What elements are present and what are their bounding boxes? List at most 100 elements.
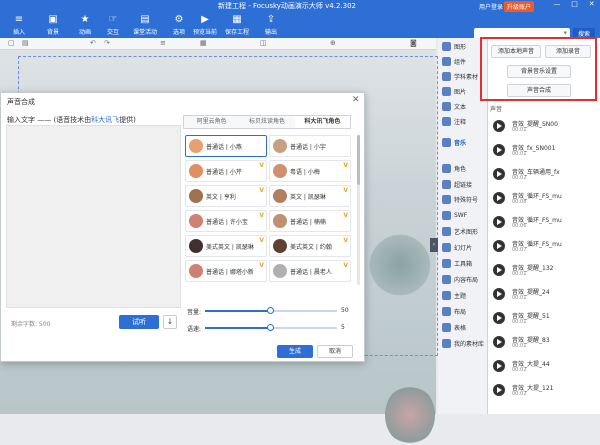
play-icon[interactable] [493, 192, 505, 204]
text-input-area[interactable] [6, 125, 181, 308]
play-icon[interactable] [493, 264, 505, 276]
interaction-icon: ☞ [108, 14, 118, 25]
toolbar-classroom-button[interactable]: ▤ 课堂活动 [132, 13, 158, 36]
speed-knob[interactable] [267, 324, 274, 331]
category-layout[interactable]: 内容布局 [442, 273, 488, 286]
chevron-down-icon[interactable]: ▾ [563, 29, 567, 37]
sound-item[interactable]: 音效_提醒_SN00 00:01 [490, 115, 598, 137]
play-icon[interactable] [493, 216, 505, 228]
voice-card[interactable]: 美式英文 | 凯瑟琳 V [185, 235, 267, 257]
voice-card[interactable]: 普通话 | 小芹 V [185, 160, 267, 182]
play-icon[interactable] [493, 360, 505, 372]
category-art-shapes[interactable]: 艺术图形 [442, 225, 488, 238]
maximize-button[interactable]: □ [571, 0, 578, 12]
sound-item[interactable]: 音效_提醒_83 00:01 [490, 331, 598, 353]
play-icon[interactable] [493, 288, 505, 300]
listen-button[interactable]: 试听 [119, 315, 159, 329]
cancel-button[interactable]: 取消 [317, 345, 353, 358]
toolbar-save-button[interactable]: ▦ 保存工程 [224, 13, 250, 36]
sound-item[interactable]: 音效_循环_FS_mu 00:08 [490, 187, 598, 209]
volume-slider[interactable] [205, 307, 337, 314]
toolbar-background-button[interactable]: ▣ 背景 [40, 13, 66, 36]
collapse-panel-button[interactable]: › [430, 238, 438, 252]
close-window-button[interactable]: ✕ [589, 0, 595, 12]
sound-item[interactable]: 音效_循环_FS_mu 00:07 [490, 235, 598, 257]
voice-card[interactable]: 粤语 | 小梅 V [269, 160, 351, 182]
voice-card[interactable]: 普通话 | 许小宝 V [185, 210, 267, 232]
sound-item[interactable]: 音效_提醒_51 00:01 [490, 307, 598, 329]
category-music[interactable]: 音乐 [442, 136, 488, 149]
download-icon[interactable]: ↓ [163, 315, 177, 329]
sound-item[interactable]: 音效_大提_121 00:02 [490, 379, 598, 401]
generate-button[interactable]: 生成 [277, 345, 313, 358]
sound-item[interactable]: 音效_车辆通用_fx 00:02 [490, 163, 598, 185]
frame-list-icon[interactable]: ▤ [22, 39, 29, 47]
tab-iflytek[interactable]: 科大讯飞角色 [294, 116, 350, 128]
sound-item[interactable]: 音效_提醒_24 00:01 [490, 283, 598, 305]
voice-card[interactable]: 普通话 | 楠楠 V [269, 210, 351, 232]
voice-card[interactable]: 美式英文 | 约翰 V [269, 235, 351, 257]
category-notes[interactable]: 注释 [442, 115, 488, 128]
sound-item[interactable]: 音效_大提_44 00:02 [490, 355, 598, 377]
toolbox-icon [442, 259, 451, 268]
voice-card[interactable]: 英文 | 亨利 V [185, 185, 267, 207]
category-symbols[interactable]: 特殊符号 [442, 193, 488, 206]
toolbar-preview-button[interactable]: ▶ 预览当前 [192, 13, 218, 36]
upgrade-button[interactable]: 升级账户 [504, 1, 535, 12]
category-theme[interactable]: 主题 [442, 289, 488, 302]
voice-card[interactable]: 普通话 | 娜塔小新 V [185, 260, 267, 282]
user-login-link[interactable]: 用户登录 [479, 2, 503, 11]
category-slides[interactable]: 幻灯片 [442, 241, 488, 254]
voice-card[interactable]: 普通话 | 小燕 [185, 135, 267, 157]
scrollbar-thumb[interactable] [357, 135, 360, 185]
category-roles[interactable]: 角色 [442, 162, 488, 175]
category-toolbox[interactable]: 工具箱 [442, 257, 488, 270]
category-swf[interactable]: SWF [442, 209, 488, 222]
minimize-button[interactable]: — [553, 0, 560, 12]
subject-icon [442, 72, 451, 81]
tab-biaobei[interactable]: 标贝炫读角色 [239, 116, 295, 128]
category-table[interactable]: 表格 [442, 321, 488, 334]
volume-value: 50 [341, 307, 349, 314]
category-text[interactable]: 文本 [442, 100, 488, 113]
play-icon[interactable] [493, 120, 505, 132]
close-icon[interactable]: ✕ [352, 95, 360, 105]
play-icon[interactable] [493, 144, 505, 156]
frame-icon[interactable]: ▢ [8, 39, 15, 47]
category-arrange[interactable]: 布局 [442, 305, 488, 318]
toolbar-animation-button[interactable]: ★ 动画 [72, 13, 98, 36]
play-icon[interactable] [493, 168, 505, 180]
toolbar-options-button[interactable]: ⚙ 选项 [166, 13, 192, 36]
iflytek-link[interactable]: 科大讯飞 [91, 116, 119, 124]
volume-knob[interactable] [267, 307, 274, 314]
align-icon[interactable]: ≡ [160, 39, 166, 47]
play-icon[interactable] [493, 312, 505, 324]
sound-item[interactable]: 音效_fx_SN001 00:01 [490, 139, 598, 161]
vip-icon: V [343, 212, 348, 219]
layer-icon[interactable]: ◫ [260, 39, 267, 47]
camera-icon[interactable]: ◙ [410, 39, 417, 47]
play-icon[interactable] [493, 240, 505, 252]
voice-card[interactable]: 英文 | 凯瑟琳 V [269, 185, 351, 207]
grid-icon[interactable]: ▦ [200, 39, 207, 47]
toolbar-interaction-button[interactable]: ☞ 交互 [100, 13, 126, 36]
play-icon[interactable] [493, 336, 505, 348]
zoom-icon[interactable]: ⊕ [330, 39, 336, 47]
undo-icon[interactable]: ↶ [90, 39, 96, 47]
swf-icon [442, 211, 451, 220]
play-icon[interactable] [493, 384, 505, 396]
toolbar-export-button[interactable]: ⇪ 输出 [258, 13, 284, 36]
symbol-icon [442, 195, 451, 204]
voice-scrollbar[interactable] [357, 135, 360, 285]
voice-card[interactable]: 普通话 | 小宇 [269, 135, 351, 157]
voice-card[interactable]: 普通话 | 晨老人 V [269, 260, 351, 282]
category-hyperlink[interactable]: 超链接 [442, 178, 488, 191]
sound-item[interactable]: 音效_提醒_132 00:01 [490, 259, 598, 281]
speed-slider[interactable] [205, 324, 337, 331]
tab-aliyun[interactable]: 阿里云角色 [184, 116, 240, 128]
toolbar-insert-button[interactable]: ≡ 插入 [6, 13, 32, 36]
sound-item[interactable]: 音效_循环_FS_mu 00:06 [490, 211, 598, 233]
category-my-library[interactable]: 我的素材库 [442, 337, 488, 350]
redo-icon[interactable]: ↷ [104, 39, 110, 47]
vip-icon: V [343, 162, 348, 169]
